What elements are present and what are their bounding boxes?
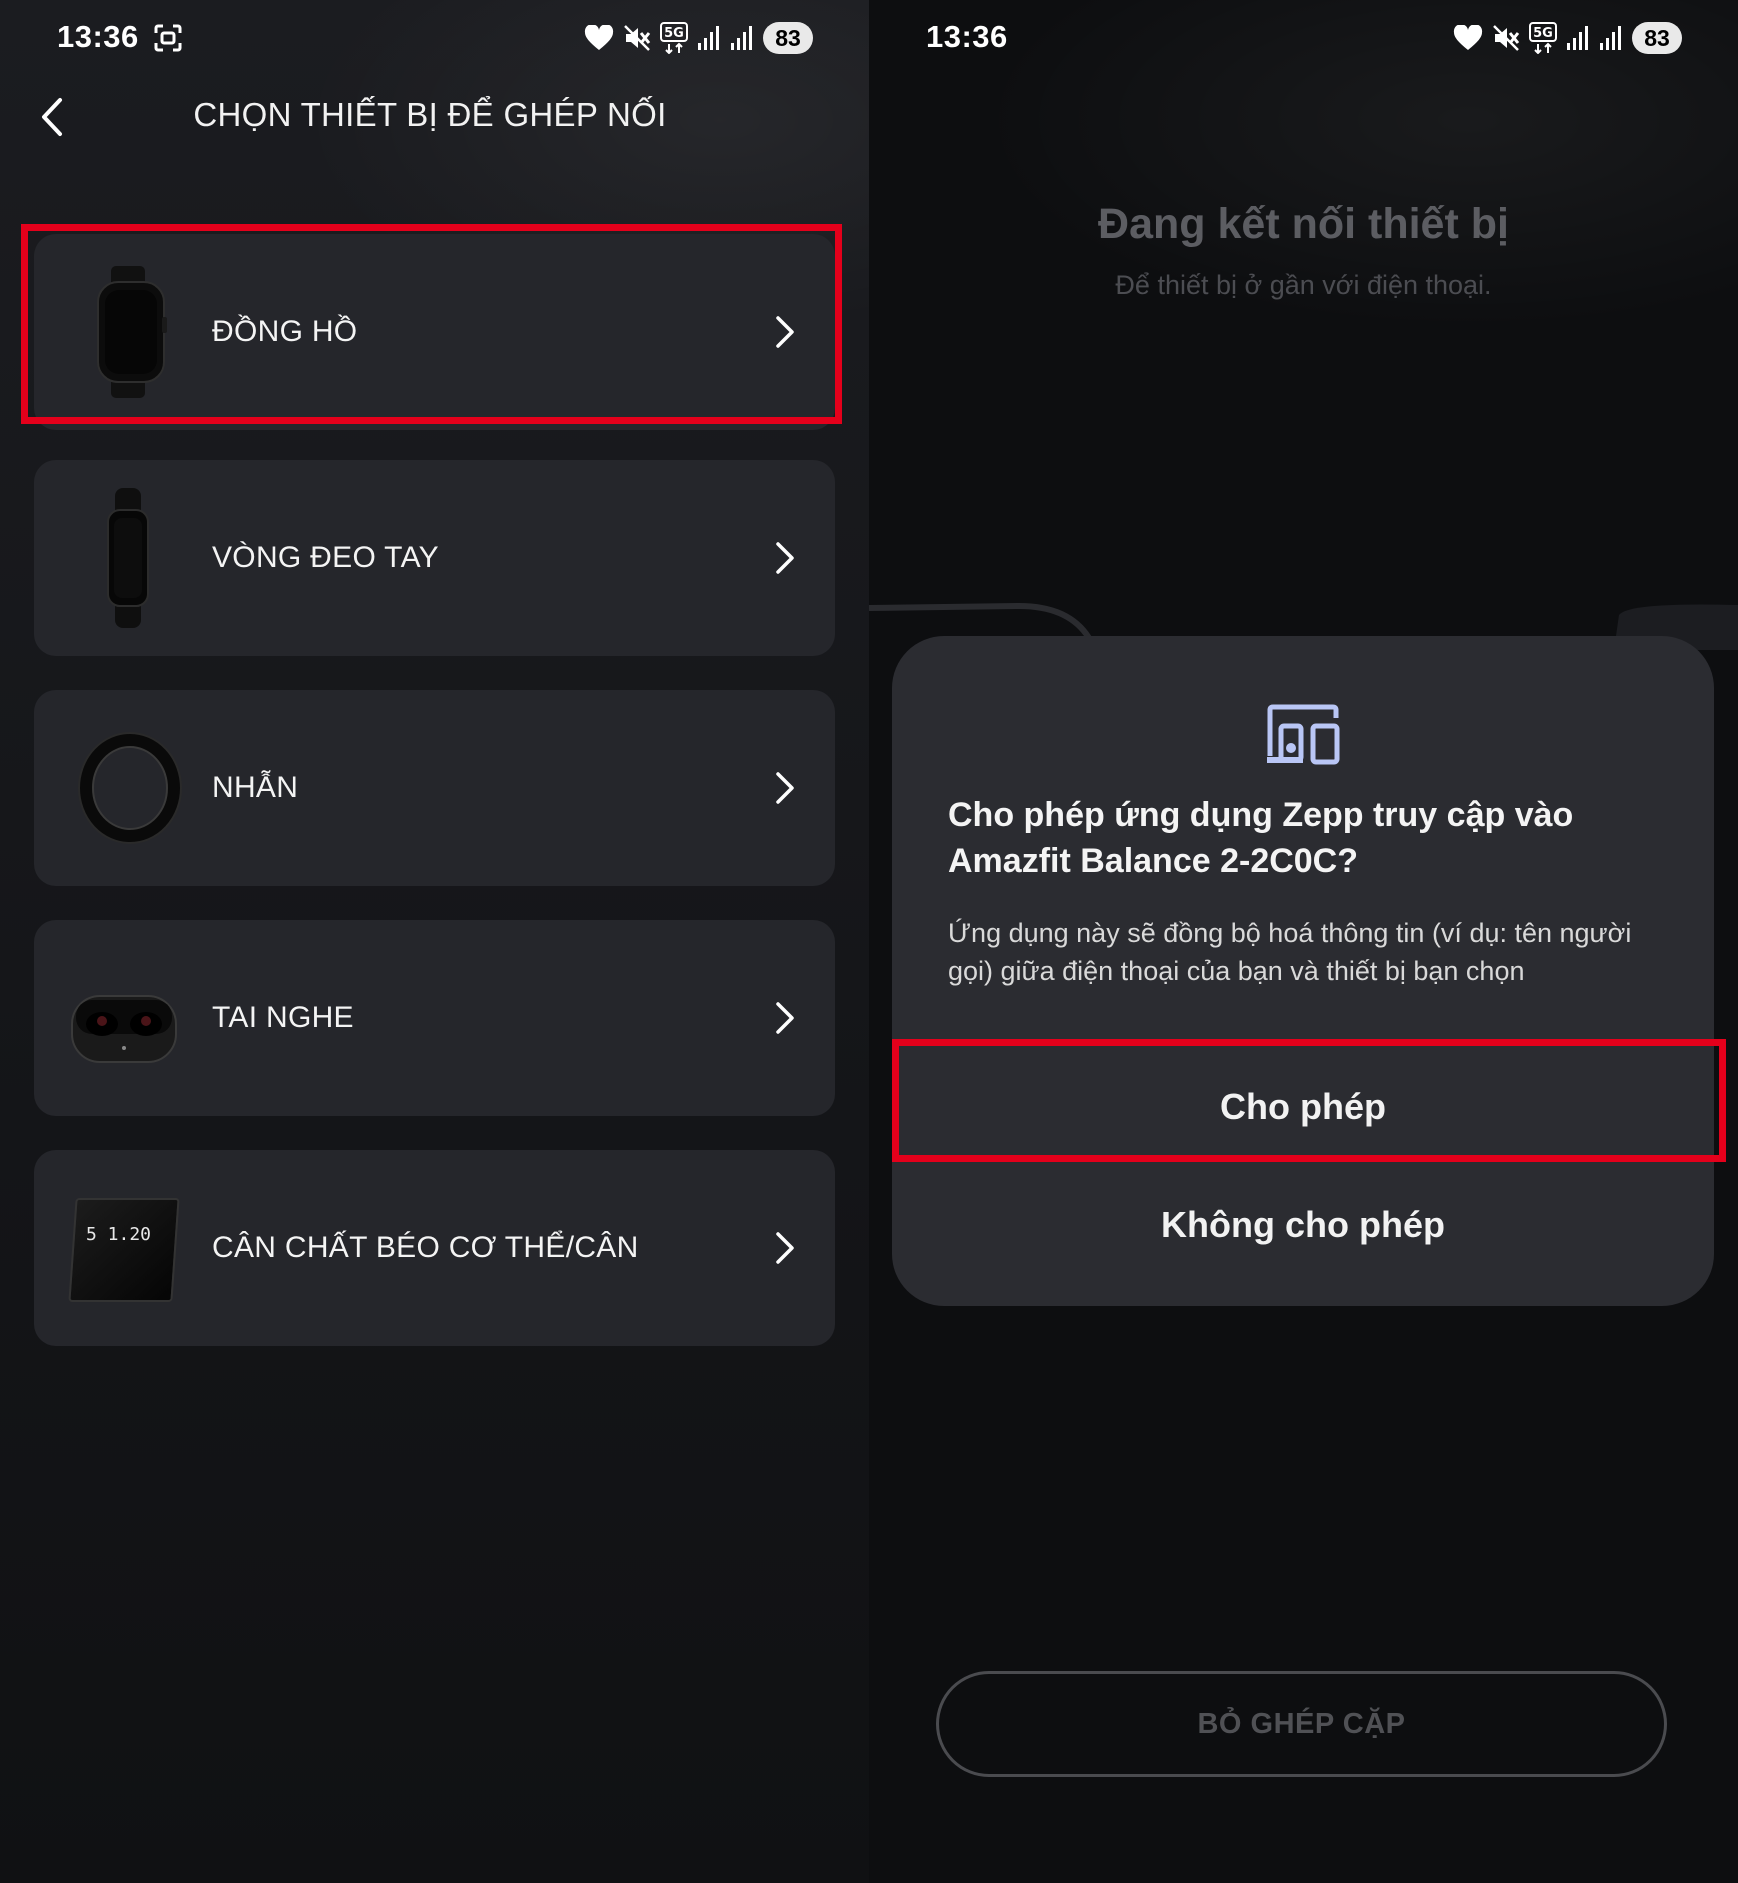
svg-text:5G: 5G [664, 26, 684, 41]
chevron-right-icon [776, 772, 794, 804]
page-title: CHỌN THIẾT BỊ ĐỂ GHÉP NỐI [193, 96, 667, 133]
signal-icon-2 [1600, 26, 1621, 50]
connecting-title: Đang kết nối thiết bị [1098, 200, 1509, 248]
device-item-scale[interactable]: 5 1.20 CÂN CHẤT BÉO CƠ THỂ/CÂN [34, 1150, 835, 1346]
5g-icon: 5G [660, 22, 688, 54]
signal-icon [1567, 26, 1588, 50]
status-time: 13:36 [57, 19, 139, 54]
status-bar: 13:36 5G 83 [869, 0, 1738, 78]
heart-icon [584, 25, 614, 50]
ring-icon [78, 732, 182, 844]
chevron-right-icon [776, 542, 794, 574]
device-item-earbuds[interactable]: TAI NGHE [34, 920, 835, 1116]
heart-icon [1453, 25, 1483, 50]
scale-icon: 5 1.20 [58, 1178, 198, 1318]
connecting-screen: 13:36 5G 83 Đang kết nối thiết bị Để thi… [869, 0, 1738, 1883]
battery-indicator: 83 [763, 22, 813, 54]
earbuds-icon [71, 995, 177, 1063]
5g-icon: 5G [1529, 22, 1557, 54]
chevron-right-icon [776, 316, 794, 348]
signal-icon-2 [731, 26, 752, 50]
connecting-subtitle: Để thiết bị ở gần với điện thoại. [1115, 270, 1492, 300]
device-label: ĐỒNG HỒ [212, 315, 358, 348]
device-item-band[interactable]: VÒNG ĐEO TAY [34, 460, 835, 656]
device-label: TAI NGHE [212, 1001, 354, 1034]
device-item-ring[interactable]: NHẪN [34, 690, 835, 886]
watch-icon [97, 266, 167, 398]
devices-icon [1267, 704, 1340, 765]
battery-indicator: 83 [1632, 22, 1682, 54]
mute-icon [624, 25, 651, 51]
status-icons: 5G 83 [1453, 20, 1682, 56]
device-label: VÒNG ĐEO TAY [212, 541, 439, 574]
screenshot-icon [154, 24, 182, 52]
dialog-title: Cho phép ứng dụng Zepp truy cập vào Amaz… [948, 796, 1574, 880]
signal-icon [698, 26, 719, 50]
allow-button[interactable]: Cho phép [892, 1078, 1714, 1136]
device-item-watch[interactable]: ĐỒNG HỒ [34, 234, 835, 430]
device-selection-screen: 13:36 5G 83 CHỌN THIẾT BỊ ĐỂ GHÉP NỐI ĐỒ… [0, 0, 869, 1883]
status-icons: 5G 83 [584, 20, 813, 56]
device-label: CÂN CHẤT BÉO CƠ THỂ/CÂN [212, 1231, 639, 1264]
scale-reading: 5 1.20 [86, 1224, 152, 1245]
deny-button[interactable]: Không cho phép [892, 1196, 1714, 1254]
back-icon[interactable] [32, 92, 72, 142]
chevron-right-icon [776, 1002, 794, 1034]
mute-icon [1493, 25, 1520, 51]
device-label: NHẪN [212, 771, 299, 804]
permission-dialog: Cho phép ứng dụng Zepp truy cập vào Amaz… [892, 636, 1714, 1306]
band-icon [107, 488, 149, 628]
status-bar: 13:36 5G 83 [0, 0, 869, 78]
svg-text:5G: 5G [1533, 26, 1553, 41]
chevron-right-icon [776, 1232, 794, 1264]
dialog-body: Ứng dụng này sẽ đồng bộ hoá thông tin (v… [948, 918, 1632, 986]
status-time: 13:36 [926, 19, 1008, 54]
unpair-button[interactable]: BỎ GHÉP CẶP [936, 1671, 1667, 1777]
